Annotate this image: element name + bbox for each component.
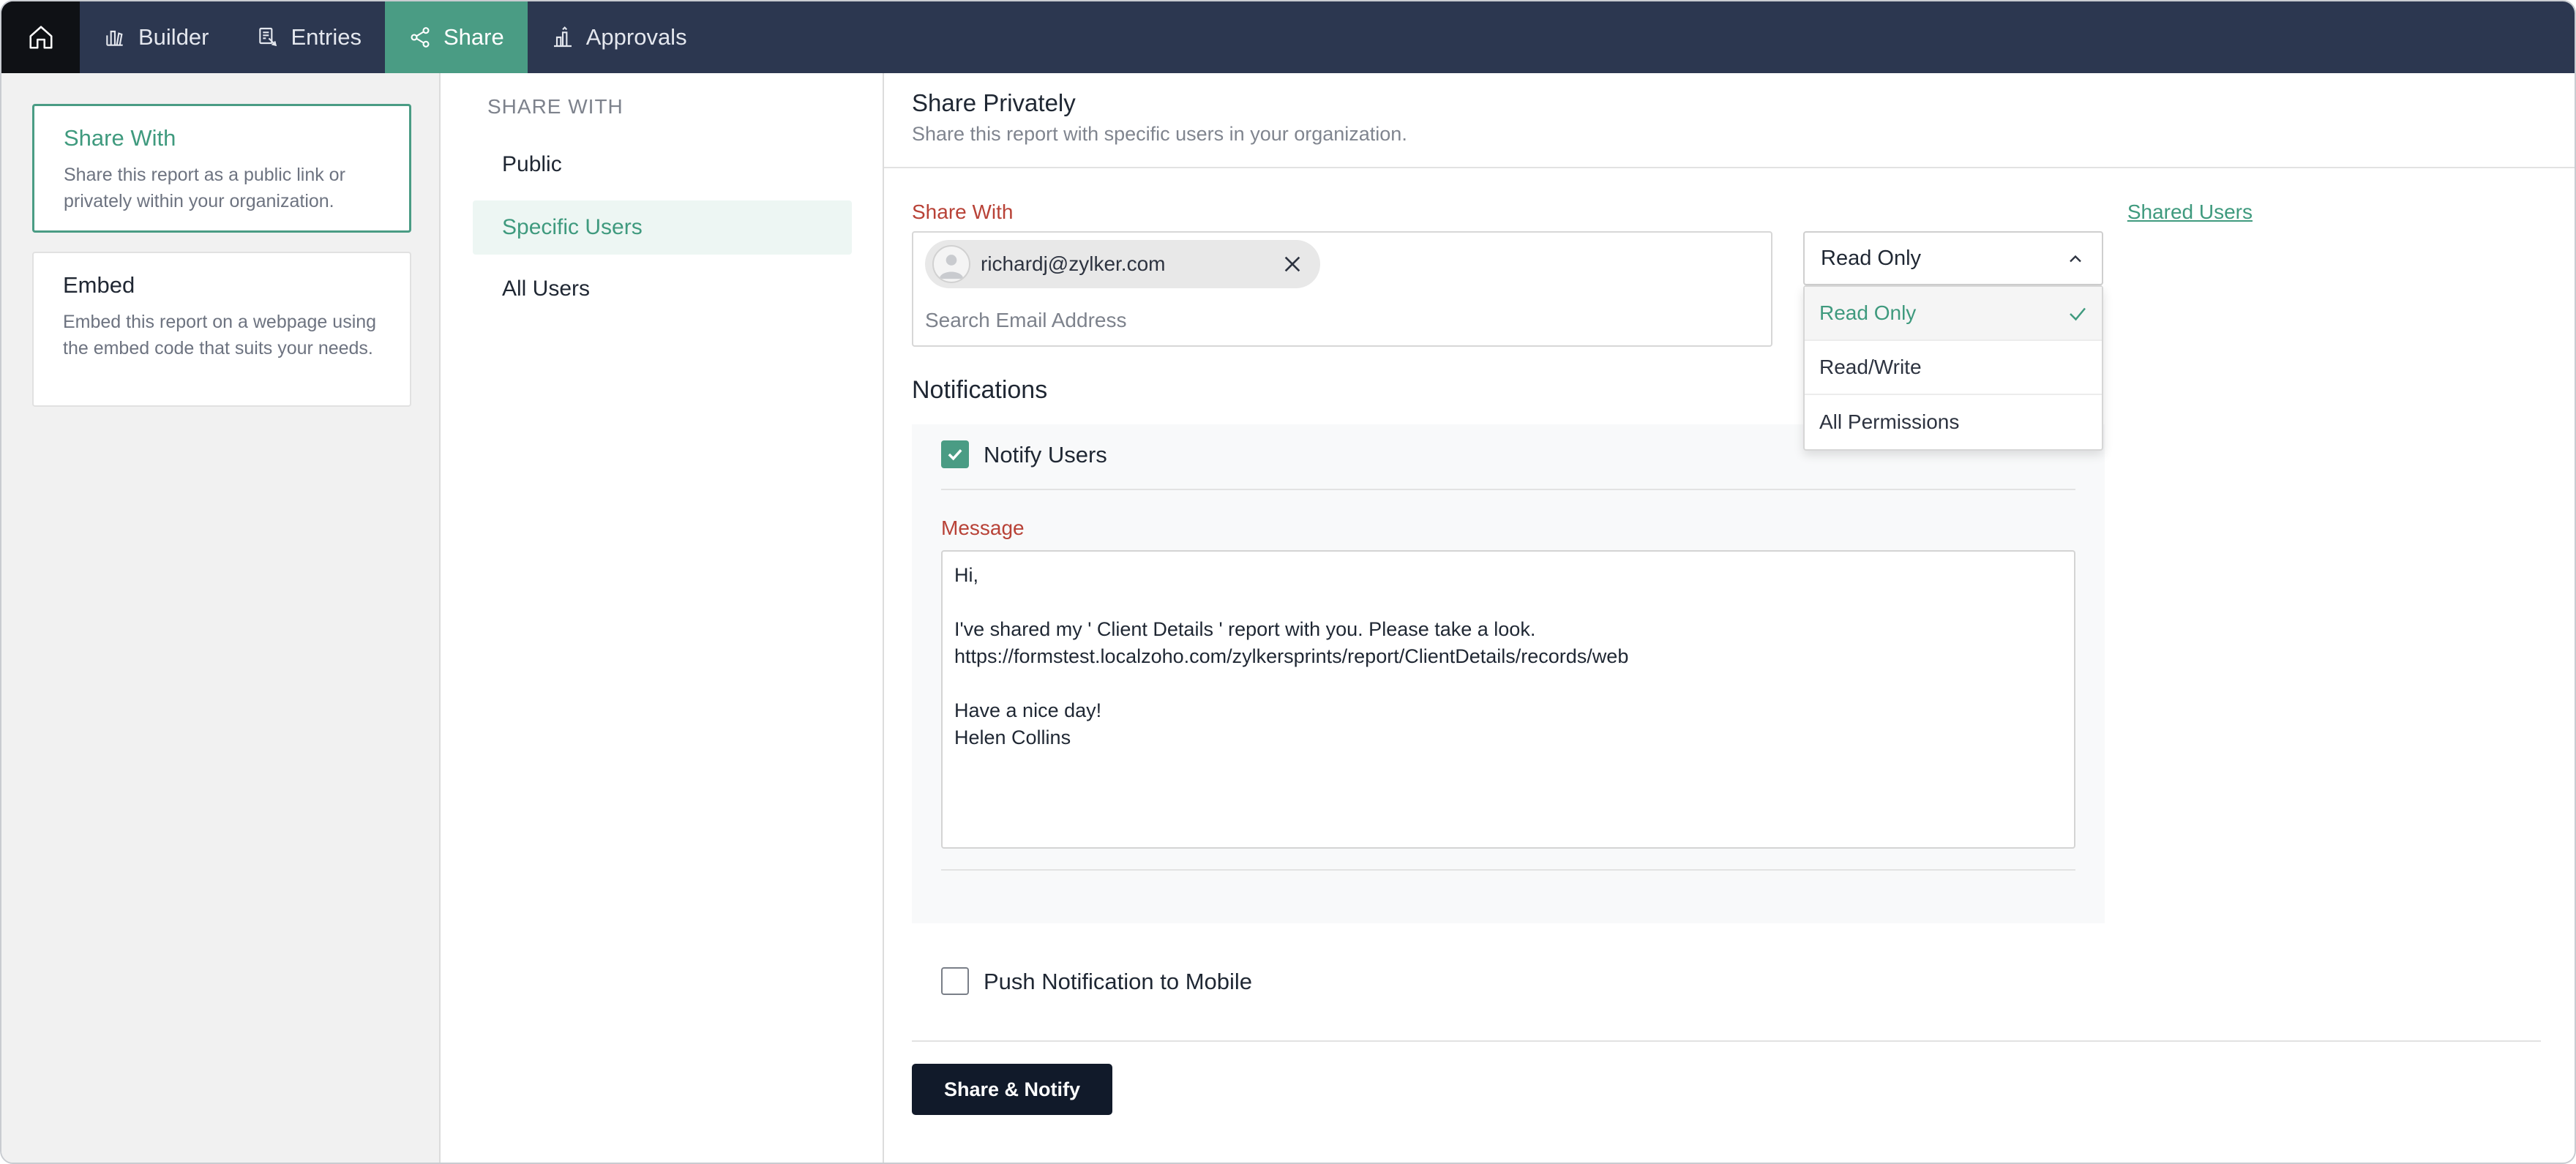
panel-divider — [941, 489, 2075, 490]
share-with-heading: SHARE WITH — [487, 95, 624, 118]
notifications-heading: Notifications — [912, 376, 1048, 404]
tab-builder-label: Builder — [138, 24, 209, 50]
share-with-label: Share With — [912, 200, 1014, 223]
share-privately-panel: Share Privately Share this report with s… — [884, 73, 2575, 1163]
card-embed-desc: Embed this report on a webpage using the… — [63, 312, 377, 358]
home-icon — [29, 26, 53, 49]
card-embed-title: Embed — [63, 272, 135, 298]
panel-divider — [941, 869, 2075, 871]
header-divider — [884, 167, 2575, 168]
top-nav: Builder Entries Share Approvals — [1, 1, 2575, 73]
notify-users-label: Notify Users — [984, 442, 1107, 468]
permission-dropdown[interactable]: Read Only — [1803, 231, 2103, 285]
approvals-icon — [553, 26, 572, 48]
search-email-input[interactable] — [925, 309, 1745, 332]
recipient-email: richardj@zylker.com — [981, 252, 1166, 275]
tab-approvals-label: Approvals — [585, 24, 687, 50]
share-option-all-users[interactable]: All Users — [473, 262, 852, 316]
recipient-chip: richardj@zylker.com — [925, 240, 1320, 288]
card-embed[interactable]: Embed Embed this report on a webpage usi… — [32, 252, 411, 407]
chevron-up-icon — [2070, 255, 2081, 263]
tab-entries-label: Entries — [291, 24, 362, 50]
share-option-specific-users[interactable]: Specific Users — [473, 200, 852, 255]
footer-divider — [912, 1040, 2541, 1042]
recipients-field[interactable]: richardj@zylker.com — [912, 231, 1772, 347]
push-notification-label: Push Notification to Mobile — [984, 969, 1253, 994]
tab-builder[interactable]: Builder — [80, 1, 233, 73]
entries-icon — [258, 27, 277, 47]
app-window: Builder Entries Share Approvals Share Wi… — [0, 0, 2576, 1164]
home-button[interactable] — [1, 1, 80, 73]
message-textarea[interactable]: Hi, I've shared my ' Client Details ' re… — [941, 550, 2075, 849]
permission-option-label: Read Only — [1819, 301, 1917, 324]
permission-option-read-write[interactable]: Read/Write — [1805, 341, 2102, 395]
tab-share[interactable]: Share — [384, 1, 528, 73]
tab-approvals[interactable]: Approvals — [528, 1, 711, 73]
permission-menu: Read Only Read/Write All Permissions — [1803, 285, 2103, 451]
share-option-public[interactable]: Public — [473, 138, 852, 192]
card-share-with-desc: Share this report as a public link or pr… — [64, 165, 345, 211]
push-notification-checkbox[interactable] — [941, 967, 969, 995]
checkmark-icon — [948, 448, 962, 461]
remove-recipient-icon[interactable] — [1281, 252, 1304, 276]
permission-selected: Read Only — [1821, 246, 1922, 270]
tab-share-label: Share — [443, 24, 504, 50]
permission-option-all-permissions[interactable]: All Permissions — [1805, 395, 2102, 449]
page-subtitle: Share this report with specific users in… — [912, 123, 1407, 145]
share-with-panel: SHARE WITH Public Specific Users All Use… — [441, 73, 884, 1163]
notifications-panel: Notify Users Message Hi, I've shared my … — [912, 424, 2105, 923]
page-title: Share Privately — [912, 89, 1076, 116]
message-label: Message — [941, 517, 1025, 539]
share-icon — [411, 27, 430, 48]
builder-icon — [106, 30, 123, 46]
permission-option-label: Read/Write — [1819, 356, 1922, 378]
permission-option-read-only[interactable]: Read Only — [1805, 287, 2102, 341]
share-notify-button[interactable]: Share & Notify — [912, 1064, 1112, 1115]
card-share-with[interactable]: Share With Share this report as a public… — [32, 104, 411, 233]
permission-option-label: All Permissions — [1819, 410, 1960, 433]
notify-users-checkbox[interactable] — [941, 440, 969, 468]
card-share-with-title: Share With — [64, 125, 176, 151]
share-type-panel: Share With Share this report as a public… — [1, 73, 441, 1163]
user-icon — [939, 255, 964, 279]
avatar — [932, 245, 970, 283]
check-icon — [2070, 307, 2086, 321]
tab-entries[interactable]: Entries — [233, 1, 385, 73]
shared-users-link[interactable]: Shared Users — [1974, 200, 2253, 224]
